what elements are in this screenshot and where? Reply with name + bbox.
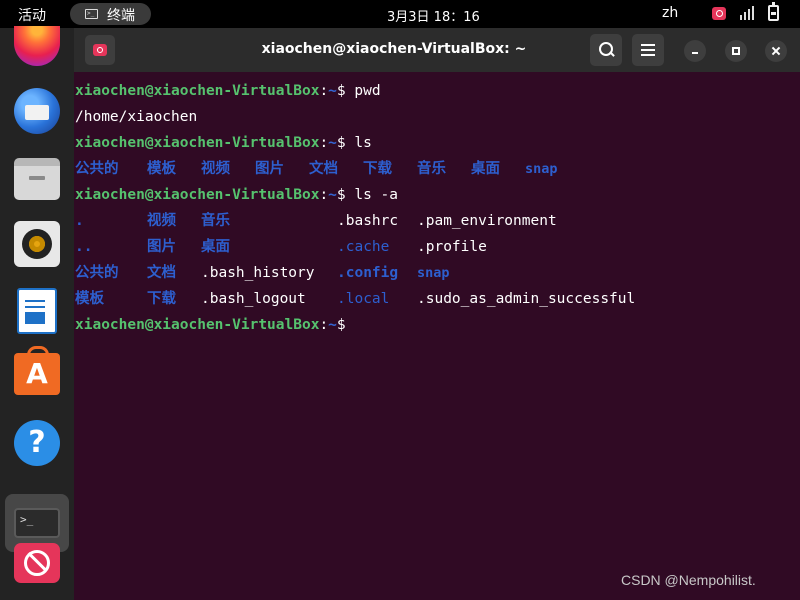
close-button[interactable] [765,40,787,62]
battery-icon[interactable] [768,2,779,21]
screen-recorder-icon [93,44,107,56]
dir-entry: 音乐 [417,161,446,177]
help-icon[interactable]: ? [14,420,60,466]
dir-entry: 视频 [147,213,176,229]
file-entry: .sudo_as_admin_successful [417,291,636,307]
dir-entry: 下载 [363,161,392,177]
output-line: . 视频 音乐 .bashrc .pam_environment [75,210,675,232]
dir-entry: snap [417,265,450,281]
dir-entry: snap [525,161,558,177]
dir-entry: 桌面 [201,239,230,255]
files-icon[interactable] [14,158,60,200]
maximize-button[interactable] [725,40,747,62]
dir-entry: . [75,213,84,229]
minimize-button[interactable] [684,40,706,62]
output-line: /home/xiaochen [75,109,198,125]
libreoffice-writer-icon[interactable] [17,288,57,334]
search-button[interactable] [590,34,622,66]
output-line: .. 图片 桌面 .cache .profile [75,236,675,258]
watermark: CSDN @Nempohilist. [621,572,756,588]
dir-entry: .cache [337,239,390,255]
file-entry: .bash_logout [201,291,306,307]
dir-entry: 下载 [147,291,176,307]
app-menu-button[interactable]: >_ 终端 [70,3,151,25]
activities-button[interactable]: 活动 [18,5,46,25]
dir-entry: .config [337,265,399,281]
dir-entry: 桌面 [471,161,500,177]
terminal-headerbar: xiaochen@xiaochen-VirtualBox: ~ [74,28,800,72]
network-icon[interactable] [740,6,754,20]
screen-recorder-icon[interactable] [712,7,726,20]
ubuntu-software-icon[interactable]: A [14,346,60,395]
menu-button[interactable] [632,34,664,66]
file-entry: .profile [417,239,487,255]
terminal-icon[interactable]: >_ [14,508,60,538]
file-entry: .bashrc [337,213,399,229]
app-name-label: 终端 [107,8,135,24]
prompt-line: xiaochen@xiaochen-VirtualBox:~$ [75,317,346,333]
dir-entry: 文档 [309,161,338,177]
dir-entry: 音乐 [201,213,230,229]
clock[interactable]: 3月3日 18：16 [387,6,480,25]
input-language-indicator[interactable]: zh [662,5,678,21]
screen-recorder-icon[interactable] [14,543,60,583]
firefox-icon[interactable] [14,26,60,66]
dock: A ? >_ [0,26,74,600]
output-line: 模板 下载 .bash_logout .local .sudo_as_admin… [75,288,675,310]
prompt-line: xiaochen@xiaochen-VirtualBox:~$ pwd [75,83,381,99]
dir-entry: 图片 [147,239,176,255]
file-entry: .bash_history [201,265,315,281]
dir-entry: 模板 [147,161,176,177]
dir-entry: .. [75,239,93,255]
output-line: 公共的 文档 .bash_history .config snap [75,262,675,284]
prompt-line: xiaochen@xiaochen-VirtualBox:~$ ls [75,135,372,151]
dir-entry: 文档 [147,265,176,281]
file-entry: .pam_environment [417,213,557,229]
dir-entry: 模板 [75,291,104,307]
top-bar: 活动 >_ 终端 3月3日 18：16 zh [0,0,800,28]
thunderbird-icon[interactable] [14,88,60,134]
output-line: 公共的 模板 视频 图片 文档 下载 音乐 桌面 snap [75,158,675,180]
dir-entry: 公共的 [75,265,119,281]
dir-entry: .local [337,291,390,307]
terminal-icon: >_ [85,9,98,19]
terminal-content[interactable]: xiaochen@xiaochen-VirtualBox:~$ pwd /hom… [74,72,800,600]
new-tab-button[interactable] [85,35,115,65]
dir-entry: 视频 [201,161,230,177]
dir-entry: 公共的 [75,161,119,177]
window-title: xiaochen@xiaochen-VirtualBox: ~ [261,41,527,57]
prompt-line: xiaochen@xiaochen-VirtualBox:~$ ls -a [75,187,399,203]
rhythmbox-icon[interactable] [14,221,60,267]
dir-entry: 图片 [255,161,284,177]
